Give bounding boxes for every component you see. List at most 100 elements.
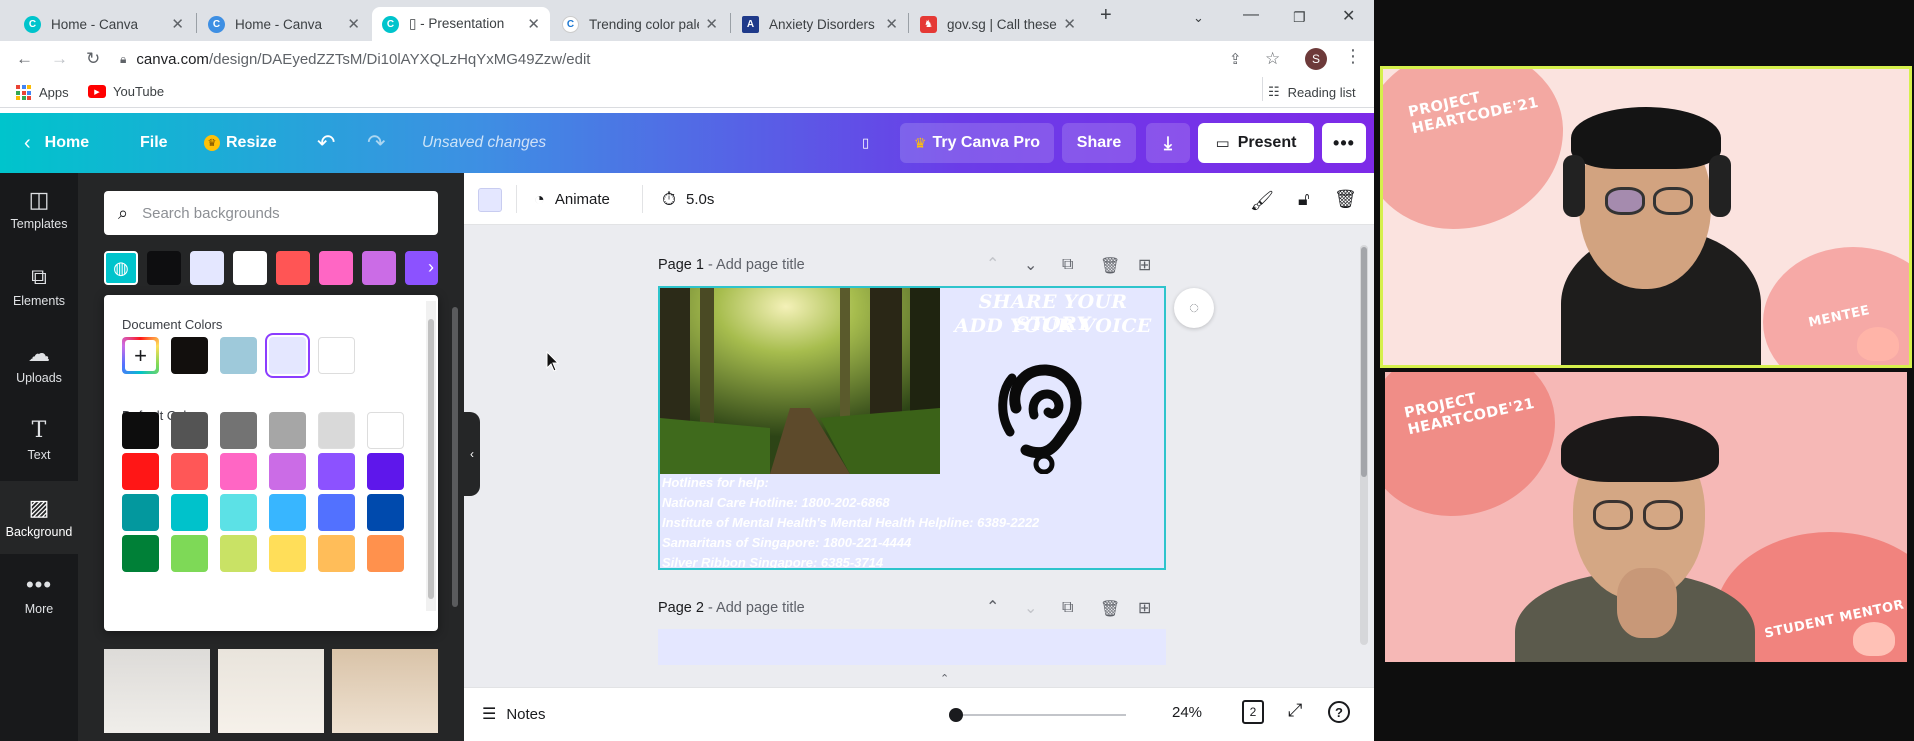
background-thumbnail[interactable] <box>218 649 324 733</box>
video-tile-mentee[interactable]: PROJECT HEARTCODE'21 MENTEE <box>1380 66 1912 368</box>
default-color-swatch[interactable] <box>220 494 257 531</box>
document-color-swatch[interactable] <box>220 337 257 374</box>
close-icon[interactable]: ✕ <box>171 15 184 33</box>
present-button[interactable]: ▭ Present <box>1198 123 1314 163</box>
default-color-swatch[interactable] <box>318 412 355 449</box>
lock-open-icon[interactable]: 🔓︎ <box>1298 189 1310 210</box>
notes-button[interactable]: ☰ Notes <box>482 704 546 724</box>
add-page-title[interactable]: - Add page title <box>708 257 805 273</box>
document-color-swatch-selected[interactable] <box>269 337 306 374</box>
default-color-swatch[interactable] <box>367 453 404 490</box>
resize-button[interactable]: ♛ Resize <box>204 113 277 173</box>
default-color-swatch[interactable] <box>269 412 306 449</box>
profile-avatar[interactable]: S <box>1305 48 1327 70</box>
background-thumbnail[interactable] <box>332 649 438 733</box>
bookmark-youtube[interactable]: ▶ YouTube <box>88 84 164 99</box>
add-color-button[interactable]: + <box>122 337 159 374</box>
undo-icon[interactable]: ↶ <box>317 113 335 173</box>
download-icon[interactable]: ⤓ <box>1146 123 1190 163</box>
video-tile-student-mentor[interactable]: PROJECT HEARTCODE'21 STUDENT MENTOR <box>1385 372 1907 662</box>
trash-icon[interactable]: 🗑︎ <box>1334 189 1357 210</box>
design-title-field[interactable]: ▯ <box>862 113 869 173</box>
file-menu-button[interactable]: File <box>140 113 168 173</box>
bg-swatch[interactable] <box>362 251 396 285</box>
duplicate-page-icon[interactable]: ⧉ <box>1062 599 1073 617</box>
duplicate-page-icon[interactable]: ⧉ <box>1062 256 1073 274</box>
tab-govsg[interactable]: ♞ gov.sg | Call these t ✕ <box>910 7 1086 41</box>
page-2-header[interactable]: Page 2 - Add page title <box>658 600 805 616</box>
zoom-slider-knob[interactable] <box>949 708 963 722</box>
default-color-swatch[interactable] <box>171 453 208 490</box>
hotline-item[interactable]: Institute of Mental Health's Mental Heal… <box>662 515 1039 530</box>
share-button[interactable]: Share <box>1062 123 1136 163</box>
rail-item-background[interactable]: ▨ Background <box>0 481 78 554</box>
add-page-icon[interactable]: ⊞ <box>1138 598 1151 618</box>
add-page-icon[interactable]: ⊞ <box>1138 255 1151 275</box>
default-color-swatch[interactable] <box>122 535 159 572</box>
default-color-swatch[interactable] <box>269 494 306 531</box>
try-canva-pro-button[interactable]: ♛ Try Canva Pro <box>900 123 1054 163</box>
document-color-swatch[interactable] <box>171 337 208 374</box>
duration-button[interactable]: ⏱ 5.0s <box>662 189 714 210</box>
rail-item-uploads[interactable]: ☁ Uploads <box>0 327 78 400</box>
rail-item-templates[interactable]: ◫ Templates <box>0 173 78 246</box>
rail-item-more[interactable]: ••• More <box>0 558 78 631</box>
tab-home-canva-2[interactable]: C Home - Canva ✕ <box>198 7 370 41</box>
hotline-item[interactable]: National Care Hotline: 1800-202-6868 <box>662 495 890 510</box>
panel-scrollbar[interactable] <box>452 307 458 607</box>
page-1-header[interactable]: Page 1 - Add page title <box>658 257 805 273</box>
vertical-scrollbar[interactable] <box>1360 245 1368 645</box>
scroll-up-chevron-icon[interactable]: ⌃ <box>940 672 949 685</box>
close-icon[interactable]: ✕ <box>347 15 360 33</box>
bg-swatch[interactable] <box>319 251 353 285</box>
collapse-panel-handle[interactable]: ‹ <box>464 412 480 496</box>
fullscreen-icon[interactable]: ⤢ <box>1288 700 1302 721</box>
popup-scrollbar[interactable] <box>426 301 436 611</box>
add-page-title[interactable]: - Add page title <box>708 600 805 616</box>
share-page-icon[interactable]: ⇪ <box>1229 50 1242 68</box>
close-icon[interactable]: ✕ <box>527 15 540 33</box>
hotline-heading[interactable]: Hotlines for help: <box>662 475 769 490</box>
default-color-swatch[interactable] <box>122 494 159 531</box>
hotline-item[interactable]: Silver Ribbon Singapore: 6385-3714 <box>662 555 883 568</box>
add-comment-icon[interactable]: ◌ <box>1174 288 1214 328</box>
close-icon[interactable]: ✕ <box>1063 15 1076 33</box>
default-color-swatch[interactable] <box>122 412 159 449</box>
default-color-swatch[interactable] <box>367 412 404 449</box>
default-color-swatch[interactable] <box>367 535 404 572</box>
minimize-icon[interactable]: — <box>1243 6 1259 24</box>
tab-anxiety-disorders[interactable]: A Anxiety Disorders a ✕ <box>732 7 908 41</box>
color-palette-icon[interactable]: ◍ <box>104 251 138 285</box>
reload-icon[interactable]: ↻ <box>86 49 100 69</box>
window-close-icon[interactable]: ✕ <box>1342 6 1355 26</box>
chevron-right-icon[interactable]: › <box>428 257 434 278</box>
default-color-swatch[interactable] <box>122 453 159 490</box>
paint-roller-icon[interactable]: 🖌︎ <box>1250 189 1274 213</box>
rail-item-elements[interactable]: ⧉ Elements <box>0 250 78 323</box>
forward-arrow-icon[interactable]: → <box>51 49 68 69</box>
default-color-swatch[interactable] <box>171 535 208 572</box>
page-count-button[interactable]: 2 <box>1242 700 1264 724</box>
ear-hearing-icon[interactable] <box>996 360 1096 474</box>
default-color-swatch[interactable] <box>171 412 208 449</box>
bookmark-star-icon[interactable]: ☆ <box>1265 49 1280 69</box>
browser-menu-icon[interactable]: ⋮ <box>1344 46 1362 67</box>
delete-page-icon[interactable]: 🗑︎ <box>1100 599 1120 619</box>
chevron-up-icon[interactable]: ⌃ <box>986 597 999 617</box>
bg-swatch[interactable] <box>276 251 310 285</box>
scrollbar-thumb[interactable] <box>1361 247 1367 477</box>
chevron-up-icon[interactable]: ⌃ <box>986 254 999 274</box>
zoom-level[interactable]: 24% <box>1172 704 1202 721</box>
animate-button[interactable]: ◔ Animate <box>534 189 610 210</box>
close-icon[interactable]: ✕ <box>885 15 898 33</box>
default-color-swatch[interactable] <box>318 535 355 572</box>
bg-swatch[interactable] <box>233 251 267 285</box>
bg-swatch[interactable] <box>190 251 224 285</box>
default-color-swatch[interactable] <box>220 412 257 449</box>
help-button[interactable]: ? <box>1328 701 1350 723</box>
bookmark-apps[interactable]: Apps <box>16 85 69 100</box>
url-field[interactable]: 🔒︎ canva.com/design/DAEyedZZTsM/Di10lAYX… <box>120 45 1288 73</box>
default-color-swatch[interactable] <box>318 494 355 531</box>
more-options-icon[interactable]: ••• <box>1322 123 1366 163</box>
delete-page-icon[interactable]: 🗑︎ <box>1100 256 1120 276</box>
